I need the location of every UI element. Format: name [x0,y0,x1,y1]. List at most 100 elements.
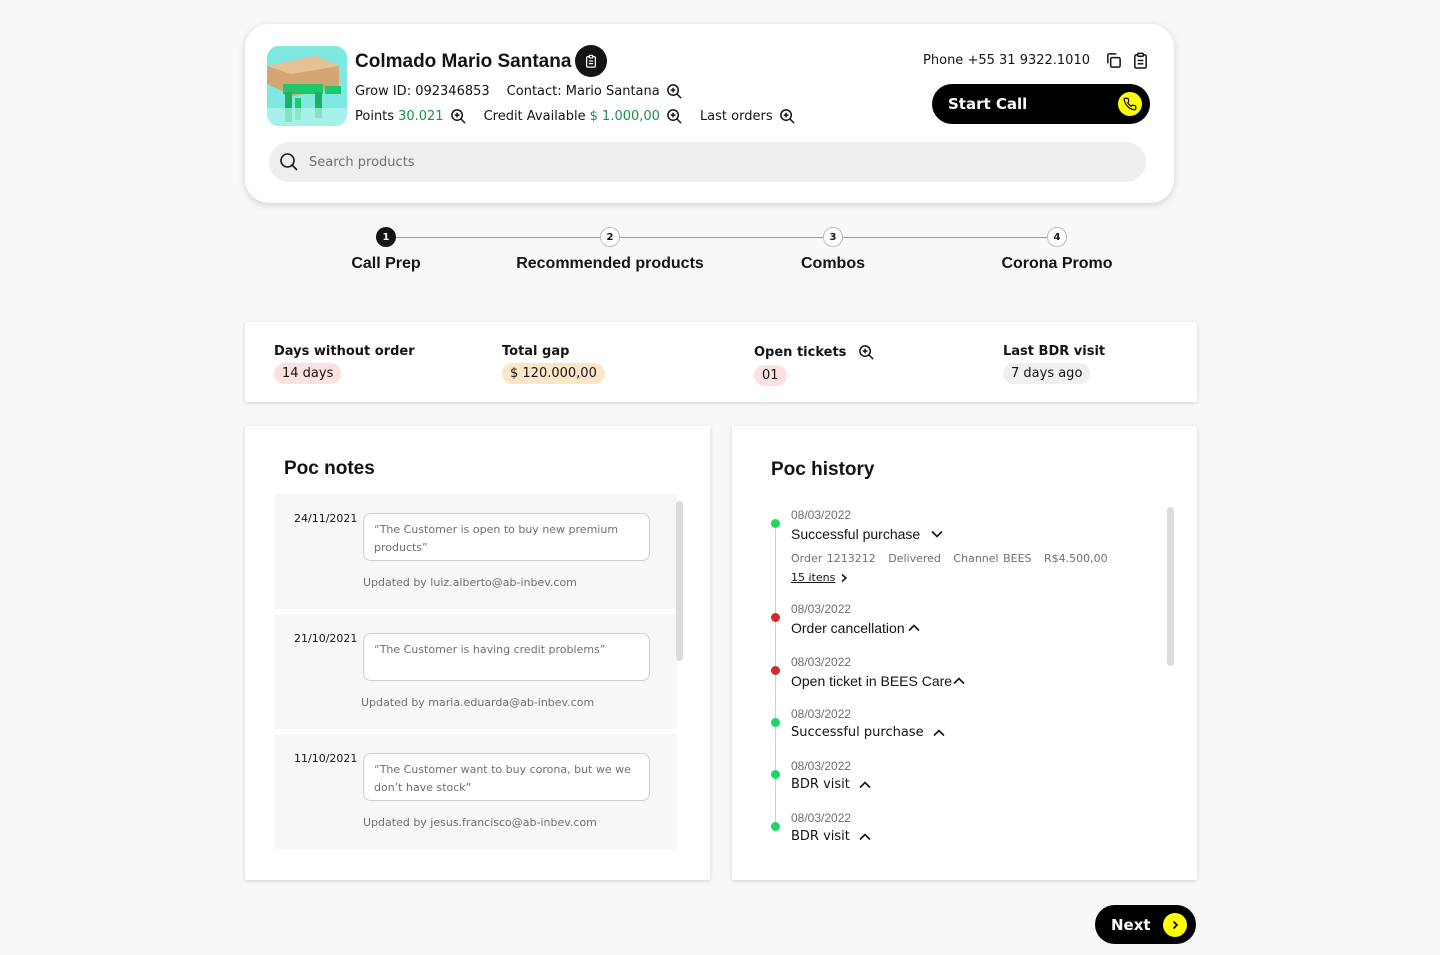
phone-row: Phone +55 31 9322.1010 [923,50,1150,70]
kpi-title: Days without order [274,344,415,359]
step-label: Combos [801,255,865,272]
note-item: 24/11/2021 “The Customer is open to buy … [274,494,677,609]
grow-id-value: 092346853 [415,84,490,99]
notes-list[interactable]: 24/11/2021 “The Customer is open to buy … [274,494,677,850]
kpi-open-tickets: Open tickets 01 [754,344,875,386]
history-title-row: BDR visit [791,777,872,792]
history-title-row: Order cancellation [791,620,921,636]
phone-icon [1118,92,1142,116]
history-title-row: Open ticket in BEES Care [791,673,966,689]
timeline-line [775,523,776,829]
note-text: “The Customer is open to buy new premium… [363,513,650,561]
status-dot [771,613,780,622]
credit-label: Credit Available [483,109,586,124]
kpi-badge: 14 days [274,363,342,384]
grow-id: Grow ID: 092346853 [355,84,490,99]
search-input[interactable] [309,154,1109,170]
history-details: Order 1213212 Delivered Channel BEES R$4… [791,552,1116,565]
step-number: 4 [1047,227,1067,247]
chevron-down-icon[interactable] [930,527,944,541]
step-corona-promo[interactable]: 4 Corona Promo [937,226,1177,273]
kpi-title-row: Open tickets [754,344,875,361]
chevron-up-icon[interactable] [858,778,872,792]
points-value: 30.021 [398,109,444,124]
kpi-badge: 01 [754,365,787,386]
poc-history-title: Poc history [771,459,875,480]
history-title: Order cancellation [791,620,905,636]
step-recommended-products[interactable]: 2 Recommended products [490,226,730,273]
kpi-title: Total gap [502,344,570,359]
kpi-summary-card: Days without order 14 days Total gap $ 1… [245,322,1197,402]
credit-zoom-icon[interactable] [666,108,683,125]
history-scrollbar[interactable] [1167,507,1174,666]
credit-value: $ 1.000,00 [589,109,660,124]
history-items-link[interactable]: 15 itens [791,571,849,584]
note-date: 24/11/2021 [294,512,358,525]
grow-id-label: Grow ID: [355,84,412,99]
history-date: 08/03/2022 [791,508,852,522]
note-text: “The Customer want to buy corona, but we… [363,753,650,801]
history-title: Successful purchase [791,725,924,740]
clipboard-list-icon[interactable] [1130,50,1150,70]
history-status: Delivered [888,552,941,565]
history-channel: Channel BEES [953,552,1032,565]
next-label: Next [1111,915,1151,934]
history-date: 08/03/2022 [791,707,852,721]
poc-info-row-1: Grow ID: 092346853 Contact: Mario Santan… [355,83,700,100]
history-timeline: 08/03/2022 Successful purchase Order 121… [771,508,1161,858]
phone-value: +55 31 9322.1010 [967,52,1090,68]
history-date: 08/03/2022 [791,759,852,773]
chevron-up-icon[interactable] [932,726,946,740]
history-date: 08/03/2022 [791,655,852,669]
last-orders-label: Last orders [699,109,773,124]
history-title: Successful purchase [791,526,921,542]
kpi-total-gap: Total gap $ 120.000,00 [502,344,605,384]
note-item: 11/10/2021 “The Customer want to buy cor… [274,734,677,849]
chevron-right-icon [841,573,848,582]
note-updated-by: Updated by maria.eduarda@ab-inbev.com [361,696,595,709]
history-title-row: Successful purchase [791,725,946,740]
start-call-button[interactable]: Start Call [932,84,1150,124]
poc-header-card: Colmado Mario Santana Grow ID: 092346853… [245,24,1174,203]
poc-notes-title: Poc notes [284,458,375,479]
history-title-row: Successful purchase [791,526,944,542]
status-dot [771,770,780,779]
last-orders-zoom-icon[interactable] [779,108,796,125]
step-label: Recommended products [516,255,704,272]
next-button[interactable]: Next [1095,905,1196,944]
open-tickets-zoom-icon[interactable] [858,344,875,361]
chevron-up-icon[interactable] [952,674,966,688]
clipboard-icon [586,54,596,68]
poc-image [267,46,347,126]
contact-label: Contact: [506,84,562,99]
history-title: Open ticket in BEES Care [791,673,953,689]
poc-name: Colmado Mario Santana [355,51,572,72]
history-date: 08/03/2022 [791,602,852,616]
notes-scrollbar[interactable] [676,501,683,661]
step-combos[interactable]: 3 Combos [713,226,953,273]
poc-history-panel: Poc history 08/03/2022 Successful purcha… [732,426,1197,880]
note-date: 11/10/2021 [294,752,358,765]
copy-icon[interactable] [1103,50,1123,70]
points-zoom-icon[interactable] [450,108,467,125]
chevron-up-icon[interactable] [858,830,872,844]
history-items-link-label: 15 itens [791,571,836,584]
step-label: Call Prep [351,255,421,272]
step-call-prep[interactable]: 1 Call Prep [266,226,506,273]
points: Points 30.021 [355,108,467,125]
step-number: 2 [600,227,620,247]
chevron-up-icon[interactable] [907,621,921,635]
clipboard-note-button[interactable] [575,45,607,77]
search-bar [269,142,1146,182]
note-updated-by: Updated by luiz.alberto@ab-inbev.com [363,576,577,589]
progress-stepper: 1 Call Prep 2 Recommended products 3 Com… [245,226,1197,296]
history-title: BDR visit [791,829,850,844]
note-date: 21/10/2021 [294,632,358,645]
note-item: 21/10/2021 “The Customer is having credi… [274,614,677,729]
kpi-title: Open tickets [754,345,847,360]
contact-value: Mario Santana [565,84,660,99]
kpi-title: Last BDR visit [1003,344,1106,359]
contact: Contact: Mario Santana [507,83,683,100]
note-updated-by: Updated by jesus.francisco@ab-inbev.com [363,816,597,829]
contact-zoom-icon[interactable] [666,83,683,100]
